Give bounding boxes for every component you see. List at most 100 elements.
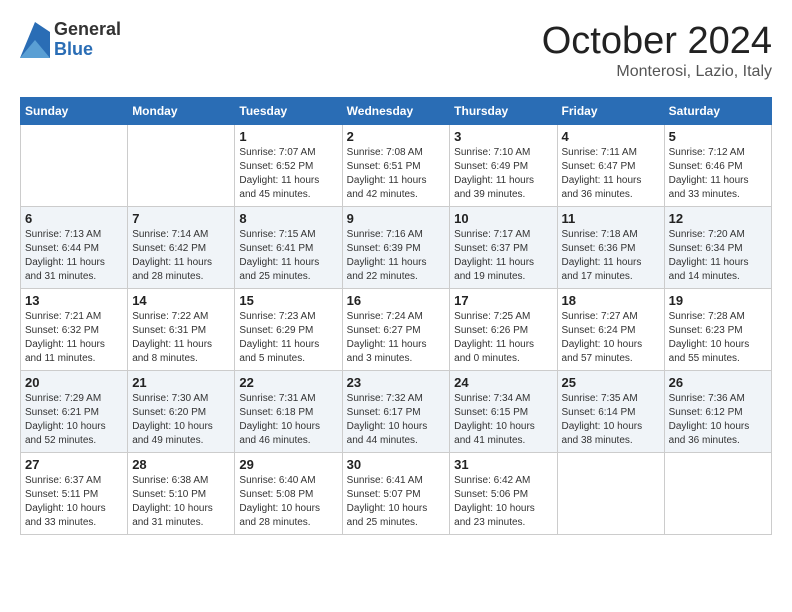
calendar-cell: 31Sunrise: 6:42 AMSunset: 5:06 PMDayligh…	[450, 453, 557, 535]
dow-header: Thursday	[450, 98, 557, 125]
calendar-cell: 25 Sunrise: 7:35 AMSunset: 6:14 PMDayligh…	[557, 371, 664, 453]
calendar-cell: 19Sunrise: 7:28 AMSunset: 6:23 PMDayligh…	[664, 289, 771, 371]
logo-blue: Blue	[54, 40, 121, 60]
day-number: 26	[669, 375, 767, 390]
day-number: 25	[562, 375, 660, 390]
day-info: Sunrise: 7:24 AMSunset: 6:27 PMDaylight:…	[347, 310, 446, 366]
title-block: October 2024 Monterosi, Lazio, Italy	[542, 20, 772, 81]
dow-header: Monday	[128, 98, 235, 125]
month-title: October 2024	[542, 20, 772, 63]
calendar-cell: 8Sunrise: 7:15 AMSunset: 6:41 PMDaylight…	[235, 207, 342, 289]
day-info: Sunrise: 7:25 AMSunset: 6:26 PMDaylight:…	[454, 310, 552, 366]
day-info: Sunrise: 7:21 AMSunset: 6:32 PMDaylight:…	[25, 310, 123, 366]
calendar-table: SundayMondayTuesdayWednesdayThursdayFrid…	[20, 97, 772, 535]
day-info: Sunrise: 7:16 AMSunset: 6:39 PMDaylight:…	[347, 228, 446, 284]
calendar-cell: 22 Sunrise: 7:31 AMSunset: 6:18 PMDayligh…	[235, 371, 342, 453]
calendar-cell	[128, 125, 235, 207]
dow-header: Friday	[557, 98, 664, 125]
day-info: Sunrise: 7:35 AMSunset: 6:14 PMDaylight:…	[562, 392, 660, 448]
calendar-cell: 17 Sunrise: 7:25 AMSunset: 6:26 PMDayligh…	[450, 289, 557, 371]
dow-header: Wednesday	[342, 98, 450, 125]
day-number: 28	[132, 457, 230, 472]
calendar-cell: 15 Sunrise: 7:23 AMSunset: 6:29 PMDayligh…	[235, 289, 342, 371]
day-info: Sunrise: 7:14 AMSunset: 6:42 PMDaylight:…	[132, 228, 230, 284]
day-number: 15	[239, 293, 337, 308]
day-info: Sunrise: 7:20 AMSunset: 6:34 PMDaylight:…	[669, 228, 767, 284]
day-info: Sunrise: 7:23 AMSunset: 6:29 PMDaylight:…	[239, 310, 337, 366]
calendar-cell	[21, 125, 128, 207]
day-number: 13	[25, 293, 123, 308]
day-info: Sunrise: 6:38 AMSunset: 5:10 PMDaylight:…	[132, 474, 230, 530]
calendar-cell: 1 Sunrise: 7:07 AMSunset: 6:52 PMDaylight…	[235, 125, 342, 207]
day-number: 23	[347, 375, 446, 390]
day-number: 8	[239, 211, 337, 226]
logo-text: General Blue	[54, 20, 121, 60]
day-info: Sunrise: 6:37 AMSunset: 5:11 PMDaylight:…	[25, 474, 123, 530]
calendar-cell: 26 Sunrise: 7:36 AMSunset: 6:12 PMDayligh…	[664, 371, 771, 453]
day-number: 27	[25, 457, 123, 472]
calendar-cell: 10Sunrise: 7:17 AMSunset: 6:37 PMDayligh…	[450, 207, 557, 289]
calendar-cell: 30Sunrise: 6:41 AMSunset: 5:07 PMDayligh…	[342, 453, 450, 535]
day-number: 7	[132, 211, 230, 226]
dow-header: Sunday	[21, 98, 128, 125]
calendar-cell: 2 Sunrise: 7:08 AMSunset: 6:51 PMDaylight…	[342, 125, 450, 207]
calendar-week-row: 13 Sunrise: 7:21 AMSunset: 6:32 PMDayligh…	[21, 289, 772, 371]
day-info: Sunrise: 7:31 AMSunset: 6:18 PMDaylight:…	[239, 392, 337, 448]
day-number: 29	[239, 457, 337, 472]
dow-header: Saturday	[664, 98, 771, 125]
calendar-cell: 5Sunrise: 7:12 AMSunset: 6:46 PMDaylight…	[664, 125, 771, 207]
calendar-cell: 11 Sunrise: 7:18 AMSunset: 6:36 PMDayligh…	[557, 207, 664, 289]
calendar-week-row: 27 Sunrise: 6:37 AMSunset: 5:11 PMDayligh…	[21, 453, 772, 535]
day-info: Sunrise: 7:36 AMSunset: 6:12 PMDaylight:…	[669, 392, 767, 448]
calendar-cell: 6 Sunrise: 7:13 AMSunset: 6:44 PMDaylight…	[21, 207, 128, 289]
calendar-cell: 20 Sunrise: 7:29 AMSunset: 6:21 PMDayligh…	[21, 371, 128, 453]
calendar-cell: 12 Sunrise: 7:20 AMSunset: 6:34 PMDayligh…	[664, 207, 771, 289]
day-info: Sunrise: 6:40 AMSunset: 5:08 PMDaylight:…	[239, 474, 337, 530]
day-number: 18	[562, 293, 660, 308]
day-number: 12	[669, 211, 767, 226]
day-number: 6	[25, 211, 123, 226]
day-info: Sunrise: 7:17 AMSunset: 6:37 PMDaylight:…	[454, 228, 552, 284]
calendar-cell: 24Sunrise: 7:34 AMSunset: 6:15 PMDayligh…	[450, 371, 557, 453]
day-info: Sunrise: 7:18 AMSunset: 6:36 PMDaylight:…	[562, 228, 660, 284]
day-number: 9	[347, 211, 446, 226]
logo-general: General	[54, 20, 121, 40]
calendar-week-row: 1 Sunrise: 7:07 AMSunset: 6:52 PMDaylight…	[21, 125, 772, 207]
calendar-cell: 4Sunrise: 7:11 AMSunset: 6:47 PMDaylight…	[557, 125, 664, 207]
day-info: Sunrise: 7:28 AMSunset: 6:23 PMDaylight:…	[669, 310, 767, 366]
calendar-cell: 28 Sunrise: 6:38 AMSunset: 5:10 PMDayligh…	[128, 453, 235, 535]
day-number: 31	[454, 457, 552, 472]
calendar-cell: 13 Sunrise: 7:21 AMSunset: 6:32 PMDayligh…	[21, 289, 128, 371]
day-info: Sunrise: 7:32 AMSunset: 6:17 PMDaylight:…	[347, 392, 446, 448]
calendar-cell: 14 Sunrise: 7:22 AMSunset: 6:31 PMDayligh…	[128, 289, 235, 371]
day-number: 11	[562, 211, 660, 226]
day-number: 14	[132, 293, 230, 308]
day-info: Sunrise: 7:08 AMSunset: 6:51 PMDaylight:…	[347, 146, 446, 202]
day-info: Sunrise: 7:29 AMSunset: 6:21 PMDaylight:…	[25, 392, 123, 448]
day-number: 20	[25, 375, 123, 390]
calendar-cell: 23 Sunrise: 7:32 AMSunset: 6:17 PMDayligh…	[342, 371, 450, 453]
calendar-cell	[664, 453, 771, 535]
day-number: 5	[669, 129, 767, 144]
calendar-cell: 7 Sunrise: 7:14 AMSunset: 6:42 PMDaylight…	[128, 207, 235, 289]
day-info: Sunrise: 7:22 AMSunset: 6:31 PMDaylight:…	[132, 310, 230, 366]
day-info: Sunrise: 7:07 AMSunset: 6:52 PMDaylight:…	[239, 146, 337, 202]
calendar-week-row: 20 Sunrise: 7:29 AMSunset: 6:21 PMDayligh…	[21, 371, 772, 453]
day-number: 21	[132, 375, 230, 390]
day-info: Sunrise: 7:34 AMSunset: 6:15 PMDaylight:…	[454, 392, 552, 448]
page-header: General Blue October 2024 Monterosi, Laz…	[20, 20, 772, 81]
calendar-cell: 29 Sunrise: 6:40 AMSunset: 5:08 PMDayligh…	[235, 453, 342, 535]
calendar-cell: 16 Sunrise: 7:24 AMSunset: 6:27 PMDayligh…	[342, 289, 450, 371]
day-info: Sunrise: 6:41 AMSunset: 5:07 PMDaylight:…	[347, 474, 446, 530]
day-number: 1	[239, 129, 337, 144]
dow-header: Tuesday	[235, 98, 342, 125]
day-number: 17	[454, 293, 552, 308]
day-info: Sunrise: 7:10 AMSunset: 6:49 PMDaylight:…	[454, 146, 552, 202]
day-number: 22	[239, 375, 337, 390]
day-info: Sunrise: 7:13 AMSunset: 6:44 PMDaylight:…	[25, 228, 123, 284]
day-number: 2	[347, 129, 446, 144]
day-number: 16	[347, 293, 446, 308]
day-of-week-row: SundayMondayTuesdayWednesdayThursdayFrid…	[21, 98, 772, 125]
logo-icon	[20, 22, 50, 58]
calendar-cell: 18Sunrise: 7:27 AMSunset: 6:24 PMDayligh…	[557, 289, 664, 371]
